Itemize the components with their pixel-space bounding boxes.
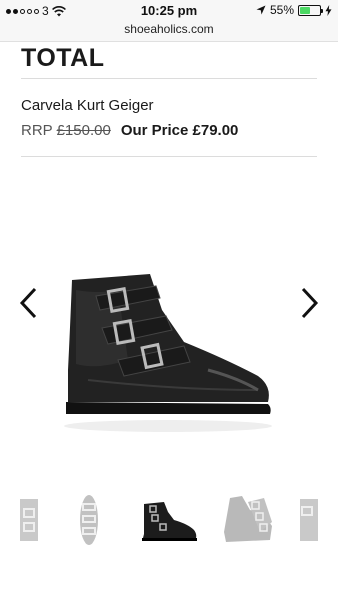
boot-thumbnail-image <box>20 499 38 541</box>
address-bar[interactable]: shoeaholics.com <box>0 20 338 42</box>
chevron-left-icon <box>19 287 37 319</box>
battery-level-fill <box>300 6 311 14</box>
boot-thumbnail-image <box>80 495 98 545</box>
brand-title: TOTAL <box>21 44 105 72</box>
our-price-label: Our Price <box>120 122 189 139</box>
thumbnail-3-active[interactable] <box>140 491 198 549</box>
boot-thumbnail-image <box>142 502 197 541</box>
charging-bolt-icon <box>325 4 332 16</box>
previous-image-button[interactable] <box>16 286 42 320</box>
divider-top <box>21 78 317 79</box>
ankle-boot-image <box>64 274 272 432</box>
chevron-right-icon <box>301 287 319 319</box>
thumbnail-1[interactable] <box>20 491 38 549</box>
location-arrow-icon <box>256 5 266 15</box>
price-row: RRP £150.00 Our Price £79.00 <box>21 122 238 139</box>
thumbnail-5[interactable] <box>300 491 318 549</box>
battery-percent: 55% <box>269 3 294 17</box>
boot-thumbnail-image <box>224 496 272 542</box>
thumbnail-4[interactable] <box>220 491 278 549</box>
next-image-button[interactable] <box>296 286 322 320</box>
status-bar: 3 10:25 pm 55% <box>0 0 338 22</box>
our-price-value: £79.00 <box>192 122 239 139</box>
rrp-price: £150.00 <box>56 122 111 139</box>
thumbnail-strip <box>20 490 318 550</box>
product-name: Carvela Kurt Geiger <box>21 97 154 114</box>
thumbnail-2[interactable] <box>60 491 118 549</box>
url-text: shoeaholics.com <box>124 22 214 36</box>
product-main-image[interactable] <box>58 250 280 440</box>
divider-bottom <box>21 156 317 157</box>
battery-group: 55% <box>256 3 332 17</box>
rrp-label: RRP <box>21 122 53 139</box>
boot-thumbnail-image <box>300 499 318 541</box>
battery-icon <box>298 4 323 16</box>
